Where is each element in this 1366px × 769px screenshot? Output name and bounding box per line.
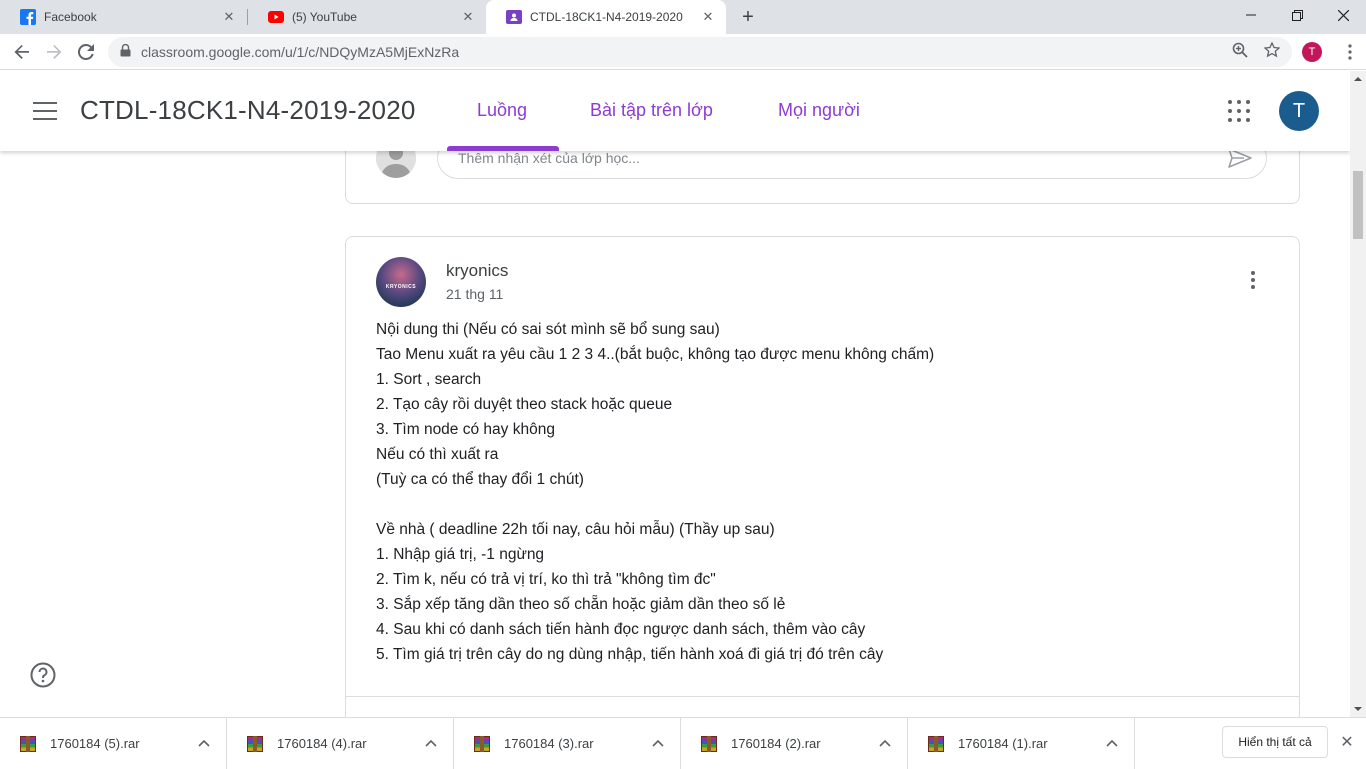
post-body: Nội dung thi (Nếu có sai sót mình sẽ bổ … — [376, 317, 1256, 667]
download-filename: 1760184 (2).rar — [731, 736, 821, 751]
post-line: 3. Sắp xếp tăng dần theo số chẵn hoặc gi… — [376, 596, 786, 613]
send-icon[interactable] — [1228, 148, 1252, 168]
tab-title: (5) YouTube — [292, 10, 357, 24]
youtube-icon — [268, 9, 284, 25]
post-line: Tao Menu xuất ra yêu cầu 1 2 3 4..(bắt b… — [376, 346, 935, 363]
chevron-up-icon[interactable] — [425, 738, 437, 750]
facebook-icon — [20, 9, 36, 25]
post-line: 5. Tìm giá trị trên cây do ng dùng nhập,… — [376, 646, 884, 663]
class-title[interactable]: CTDL-18CK1-N4-2019-2020 — [80, 95, 416, 126]
download-item[interactable]: 1760184 (5).rar — [0, 718, 227, 769]
post-line: (Tuỳ ca có thể thay đổi 1 chút) — [376, 471, 584, 488]
tab-people[interactable]: Mọi người — [778, 100, 860, 121]
zoom-icon[interactable] — [1231, 41, 1249, 59]
google-apps-icon[interactable] — [1227, 99, 1251, 123]
download-filename: 1760184 (4).rar — [277, 736, 367, 751]
hamburger-menu-icon[interactable] — [29, 97, 61, 125]
download-item[interactable]: 1760184 (3).rar — [454, 718, 681, 769]
download-item[interactable]: 1760184 (4).rar — [227, 718, 454, 769]
close-icon[interactable]: ✕ — [1339, 734, 1355, 751]
post-line: 4. Sau khi có danh sách tiến hành đọc ng… — [376, 621, 866, 638]
rar-file-icon — [928, 735, 944, 752]
chevron-up-icon[interactable] — [1106, 738, 1118, 750]
post-line: 2. Tạo cây rồi duyệt theo stack hoặc que… — [376, 396, 673, 413]
post-date[interactable]: 21 thg 11 — [446, 286, 503, 302]
reload-icon[interactable] — [72, 38, 100, 66]
more-options-icon[interactable] — [1241, 268, 1265, 292]
post-line: 1. Sort , search — [376, 371, 482, 388]
bookmark-star-icon[interactable] — [1263, 41, 1281, 59]
post-card: KRYONICS kryonics 21 thg 11 Nội dung thi… — [345, 236, 1300, 717]
avatar-logo-text: KRYONICS — [385, 284, 417, 290]
post-line: Về nhà ( deadline 22h tối nay, câu hỏi m… — [376, 521, 775, 538]
browser-toolbar: classroom.google.com/u/1/c/NDQyMzA5MjExN… — [0, 34, 1366, 70]
restore-icon[interactable] — [1274, 0, 1320, 30]
post-line: Nếu có thì xuất ra — [376, 446, 499, 463]
page-viewport: CTDL-18CK1-N4-2019-2020 Luồng Bài tập tr… — [0, 71, 1350, 717]
chevron-up-icon[interactable] — [879, 738, 891, 750]
post-author[interactable]: kryonics — [446, 261, 508, 281]
profile-avatar[interactable]: T — [1302, 42, 1322, 62]
classroom-header: CTDL-18CK1-N4-2019-2020 Luồng Bài tập tr… — [0, 71, 1350, 151]
page-scrollbar[interactable] — [1350, 71, 1366, 717]
address-bar[interactable]: classroom.google.com/u/1/c/NDQyMzA5MjExN… — [108, 37, 1292, 67]
lock-icon — [120, 43, 131, 60]
scroll-thumb[interactable] — [1353, 171, 1363, 239]
tab-classroom[interactable]: CTDL-18CK1-N4-2019-2020 ✕ — [486, 0, 726, 34]
close-icon[interactable]: ✕ — [221, 9, 237, 25]
tab-stream[interactable]: Luồng — [477, 100, 527, 121]
tab-classwork[interactable]: Bài tập trên lớp — [590, 100, 713, 121]
download-filename: 1760184 (3).rar — [504, 736, 594, 751]
download-filename: 1760184 (5).rar — [50, 736, 140, 751]
post-line — [376, 492, 1256, 517]
post-line: 3. Tìm node có hay không — [376, 421, 555, 438]
browser-menu-icon[interactable] — [1336, 38, 1364, 66]
close-icon[interactable]: ✕ — [460, 9, 476, 25]
minimize-icon[interactable] — [1228, 0, 1274, 30]
post-line: 1. Nhập giá trị, -1 ngừng — [376, 546, 545, 563]
download-item[interactable]: 1760184 (1).rar — [908, 718, 1135, 769]
new-tab-button[interactable]: + — [737, 6, 759, 28]
rar-file-icon — [701, 735, 717, 752]
rar-file-icon — [20, 735, 36, 752]
download-filename: 1760184 (1).rar — [958, 736, 1048, 751]
post-divider — [346, 696, 1299, 697]
show-all-downloads-button[interactable]: Hiển thị tất cả — [1222, 726, 1328, 758]
post-line: 2. Tìm k, nếu có trả vị trí, ko thì trả … — [376, 571, 716, 588]
download-shelf: 1760184 (5).rar 1760184 (4).rar 1760184 … — [0, 717, 1366, 769]
back-icon[interactable] — [8, 38, 36, 66]
user-avatar[interactable]: T — [1279, 91, 1319, 131]
scroll-up-icon[interactable] — [1354, 75, 1362, 83]
tab-title: Facebook — [44, 10, 97, 24]
window-close-icon[interactable] — [1320, 0, 1366, 30]
close-icon[interactable]: ✕ — [700, 9, 716, 25]
author-avatar[interactable]: KRYONICS — [376, 257, 426, 307]
post-line: Nội dung thi (Nếu có sai sót mình sẽ bổ … — [376, 321, 720, 338]
classroom-icon — [506, 9, 522, 25]
download-item[interactable]: 1760184 (2).rar — [681, 718, 908, 769]
comment-placeholder: Thêm nhận xét của lớp học... — [458, 150, 640, 166]
tab-facebook[interactable]: Facebook ✕ — [0, 0, 247, 34]
browser-tab-strip: Facebook ✕ (5) YouTube ✕ CTDL-18CK1-N4-2… — [0, 0, 1366, 34]
active-tab-indicator — [447, 146, 559, 151]
chevron-up-icon[interactable] — [198, 738, 210, 750]
scroll-down-icon[interactable] — [1354, 705, 1362, 713]
rar-file-icon — [474, 735, 490, 752]
help-icon[interactable] — [30, 662, 56, 688]
forward-icon[interactable] — [40, 38, 68, 66]
tab-youtube[interactable]: (5) YouTube ✕ — [248, 0, 486, 34]
rar-file-icon — [247, 735, 263, 752]
chevron-up-icon[interactable] — [652, 738, 664, 750]
url-text: classroom.google.com/u/1/c/NDQyMzA5MjExN… — [141, 44, 460, 60]
tab-title: CTDL-18CK1-N4-2019-2020 — [530, 10, 683, 24]
